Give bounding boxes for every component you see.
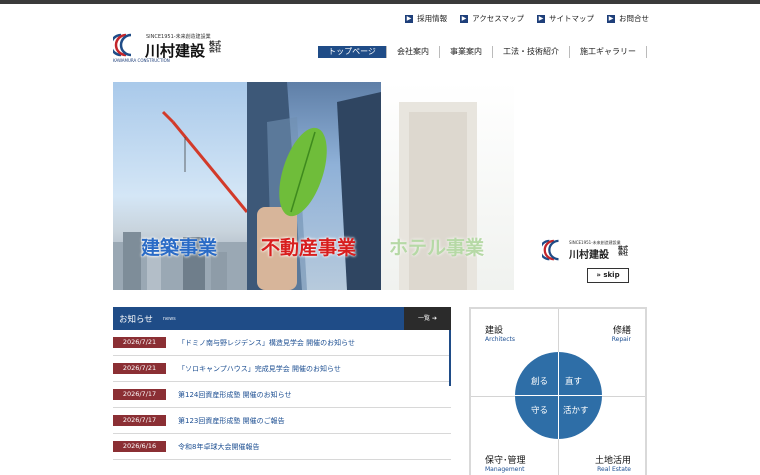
service-architects-en[interactable]: Architects	[485, 336, 515, 343]
nav-item-business[interactable]: 事業案内	[439, 46, 492, 58]
hero-caption-realestate: 不動産事業	[261, 237, 357, 259]
util-link-sitemap[interactable]: ▶ サイトマップ	[537, 13, 594, 24]
circle-protect[interactable]: 守る	[531, 404, 548, 416]
util-link-access[interactable]: ▶ アクセスマップ	[460, 13, 524, 24]
news-section: お知らせ news 一覧 ➔ 2026/7/21 「ドミノ南与野レジデンス」構造…	[113, 307, 451, 460]
news-list: 2026/7/21 「ドミノ南与野レジデンス」構造見学会 開催のお知らせ 202…	[113, 330, 451, 460]
nav-item-technology[interactable]: 工法・技術紹介	[492, 46, 569, 58]
arrow-square-icon: ▶	[607, 14, 615, 23]
service-circle: 創る 直す 守る 活かす	[515, 352, 602, 439]
logo-sub: KAWAMURA CONSTRUCTION	[113, 58, 170, 63]
arrow-square-icon: ▶	[537, 14, 545, 23]
skip-button[interactable]: » skip	[587, 268, 629, 283]
service-management-label[interactable]: 保守･管理	[485, 453, 526, 466]
news-item[interactable]: 2026/7/17 第123回資産形成塾 開催のご報告	[113, 408, 451, 434]
news-link[interactable]: 「ソロキャンプハウス」完成見学会 開催のお知らせ	[178, 364, 341, 374]
hero-slideshow: 建築事業 不動産事業 ホテル事業	[113, 82, 514, 290]
circle-repair[interactable]: 直す	[565, 375, 582, 387]
services-panel: 建設 Architects 修繕 Repair 保守･管理 Management…	[469, 307, 647, 475]
utility-nav: ▶ 採用情報 ▶ アクセスマップ ▶ サイトマップ ▶ お問合せ	[405, 13, 649, 24]
service-architects-label[interactable]: 建設	[485, 323, 503, 336]
top-bar	[0, 0, 760, 4]
hero-panel-realestate: 不動産事業	[247, 82, 381, 290]
news-date: 2026/7/21	[113, 363, 166, 374]
logo-mark-icon	[542, 239, 559, 261]
util-link-contact[interactable]: ▶ お問合せ	[607, 13, 649, 24]
news-link[interactable]: 令和8年卓球大会開催報告	[178, 442, 259, 452]
news-title: お知らせ	[119, 314, 153, 325]
service-realestate-en[interactable]: Real Estate	[597, 466, 631, 473]
service-management-en[interactable]: Management	[485, 466, 525, 473]
nav-item-gallery[interactable]: 施工ギャラリー	[569, 46, 647, 58]
news-link[interactable]: 第124回資産形成塾 開催のお知らせ	[178, 390, 291, 400]
news-date: 2026/7/21	[113, 337, 166, 348]
news-item[interactable]: 2026/7/17 第124回資産形成塾 開催のお知らせ	[113, 382, 451, 408]
logo-since: SINCE1951-未来創造建設業	[146, 34, 211, 40]
circle-utilize[interactable]: 活かす	[563, 404, 589, 416]
logo-kaisha: 株式会社	[209, 41, 222, 54]
news-item[interactable]: 2026/7/21 「ソロキャンプハウス」完成見学会 開催のお知らせ	[113, 356, 451, 382]
hero-panel-hotel: ホテル事業	[381, 82, 514, 290]
skip-logo-kaisha: 株式会社	[618, 246, 629, 257]
arrow-square-icon: ▶	[460, 14, 469, 23]
service-repair-en[interactable]: Repair	[612, 336, 631, 343]
service-realestate-label[interactable]: 土地活用	[595, 453, 631, 466]
hero-caption-construction: 建築事業	[141, 237, 218, 259]
news-item[interactable]: 2026/7/21 「ドミノ南与野レジデンス」構造見学会 開催のお知らせ	[113, 330, 451, 356]
news-more-button[interactable]: 一覧 ➔	[404, 307, 451, 330]
news-link[interactable]: 「ドミノ南与野レジデンス」構造見学会 開催のお知らせ	[178, 338, 355, 348]
nav-item-company[interactable]: 会社案内	[386, 46, 439, 58]
logo-mark-icon	[113, 33, 132, 57]
hero-panel-construction: 建築事業	[113, 82, 247, 290]
news-date: 2026/7/17	[113, 415, 166, 426]
global-nav: トップページ 会社案内 事業案内 工法・技術紹介 施工ギャラリー	[318, 46, 647, 58]
news-title-en: news	[162, 315, 176, 322]
news-date: 2026/7/17	[113, 389, 166, 400]
news-link[interactable]: 第123回資産形成塾 開催のご報告	[178, 416, 285, 426]
skip-logo: SINCE1951-未来創造建設業 川村建設 株式会社	[542, 239, 637, 261]
nav-item-top[interactable]: トップページ	[318, 46, 386, 58]
skip-logo-name: 川村建設	[569, 250, 609, 261]
site-logo[interactable]: SINCE1951-未来創造建設業 川村建設 株式会社 KAWAMURA CON…	[113, 33, 233, 63]
news-item[interactable]: 2026/6/16 令和8年卓球大会開催報告	[113, 434, 451, 460]
util-link-recruit[interactable]: ▶ 採用情報	[405, 13, 447, 24]
hero-caption-hotel: ホテル事業	[389, 237, 485, 259]
service-repair-label[interactable]: 修繕	[613, 323, 631, 336]
news-scrollbar[interactable]	[449, 330, 451, 386]
news-header: お知らせ news 一覧 ➔	[113, 307, 451, 330]
circle-create[interactable]: 創る	[531, 375, 548, 387]
news-date: 2026/6/16	[113, 441, 166, 452]
arrow-square-icon: ▶	[405, 14, 414, 23]
